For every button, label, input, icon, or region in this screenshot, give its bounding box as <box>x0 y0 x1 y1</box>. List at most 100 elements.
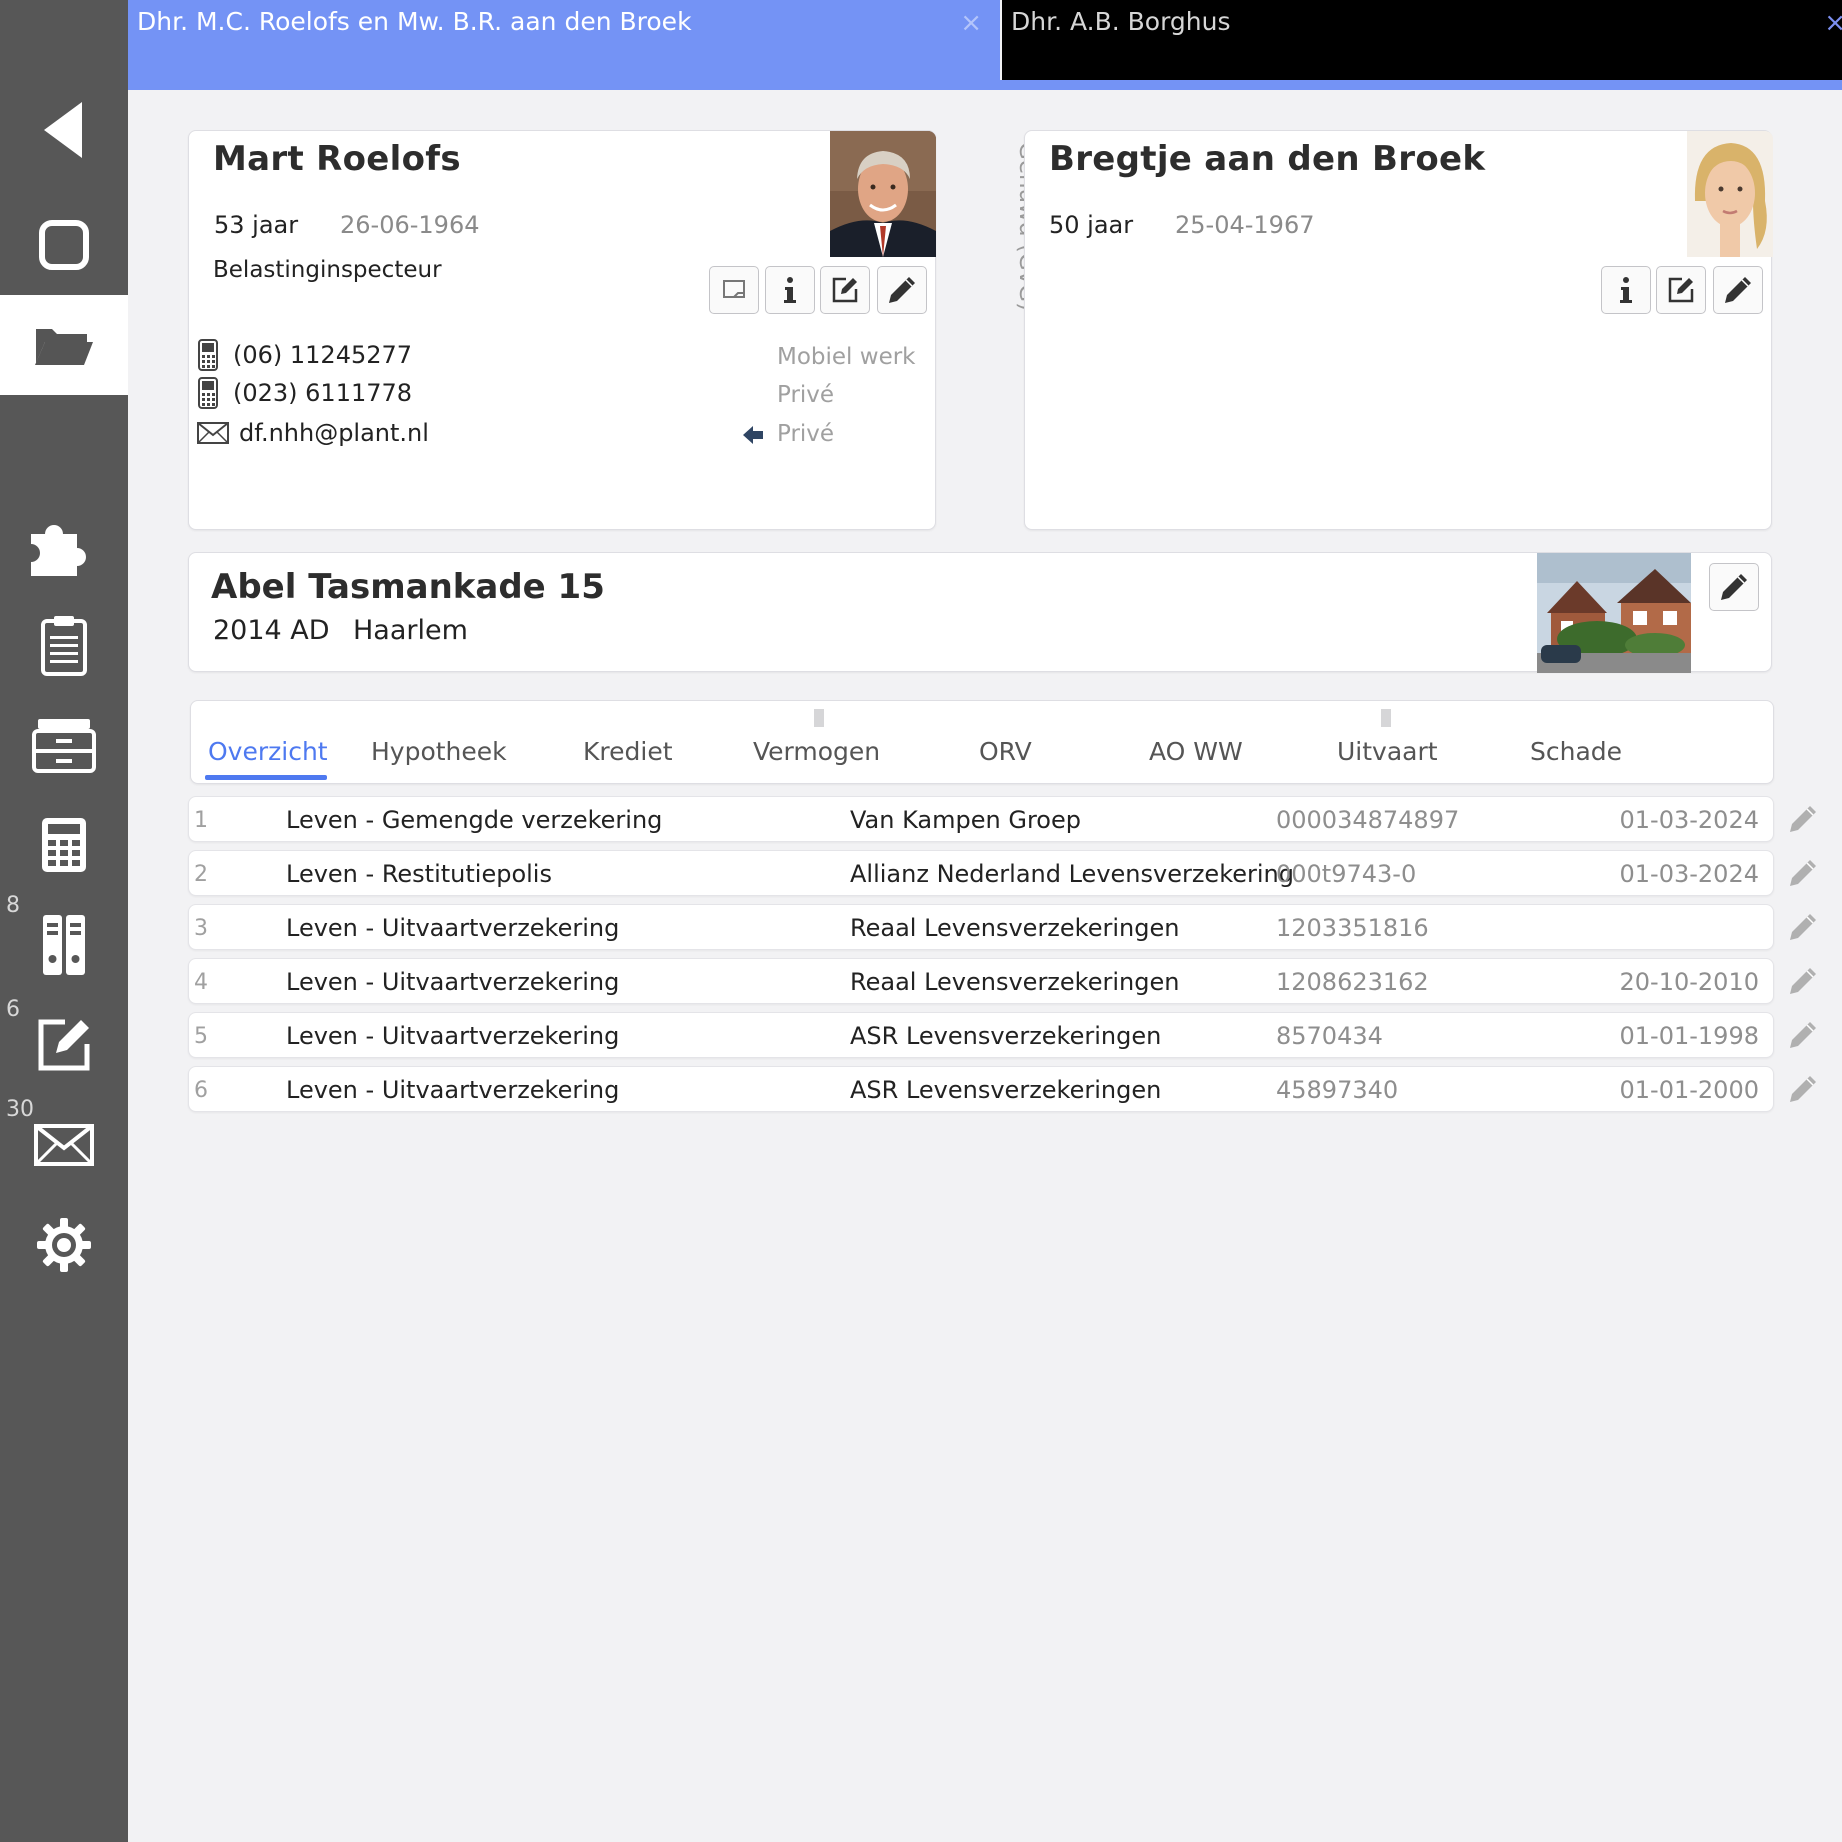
edit-person-button[interactable] <box>877 266 927 314</box>
person-job: Belastinginspecteur <box>213 257 442 283</box>
active-tab-indicator <box>205 775 327 780</box>
binders-icon <box>43 915 85 975</box>
policy-type: Leven - Uitvaartverzekering <box>286 1076 620 1104</box>
tab-vermogen[interactable]: Vermogen <box>753 737 880 766</box>
pencil-icon <box>1790 968 1816 994</box>
binders-button[interactable]: 8 <box>0 893 128 985</box>
contact-label: Privé <box>777 382 835 408</box>
contact-label: Mobiel werk <box>777 344 916 370</box>
back-triangle-icon <box>44 102 82 158</box>
tab-schade[interactable]: Schade <box>1530 737 1622 766</box>
mail-button[interactable]: 30 <box>0 1097 128 1185</box>
tab-client-2[interactable]: Dhr. A.B. Borghus × <box>1002 0 1842 80</box>
edit-note-button[interactable] <box>1656 266 1706 314</box>
tab-krediet[interactable]: Krediet <box>583 737 673 766</box>
edit-policy-button[interactable] <box>1788 966 1818 996</box>
archive-button[interactable] <box>0 705 128 785</box>
pencil-icon <box>1721 574 1747 600</box>
notes-button[interactable]: 6 <box>0 997 128 1085</box>
tab-hypotheek[interactable]: Hypotheek <box>371 737 507 766</box>
edit-icon <box>38 1019 90 1071</box>
pencil-icon <box>1790 1076 1816 1102</box>
tab-bar: Dhr. M.C. Roelofs en Mw. B.R. aan den Br… <box>128 0 1842 90</box>
tasks-button[interactable] <box>0 605 128 685</box>
policy-row[interactable]: 4 Leven - Uitvaartverzekering Reaal Levens… <box>188 958 1774 1004</box>
policy-row[interactable]: 3 Leven - Uitvaartverzekering Reaal Levens… <box>188 904 1774 950</box>
policy-row[interactable]: 2 Leven - Restitutiepolis Allianz Nederlan… <box>188 850 1774 896</box>
tab-uitvaart[interactable]: Uitvaart <box>1337 737 1438 766</box>
tab-close-icon[interactable]: × <box>960 8 982 38</box>
pencil-icon <box>1790 860 1816 886</box>
policy-type: Leven - Uitvaartverzekering <box>286 968 620 996</box>
tab-close-icon[interactable]: × <box>1824 8 1842 38</box>
pencil-icon <box>1790 1022 1816 1048</box>
phone-icon <box>198 339 218 371</box>
tab-label: Dhr. A.B. Borghus <box>1011 7 1231 36</box>
edit-address-button[interactable] <box>1709 563 1759 611</box>
policy-row[interactable]: 1 Leven - Gemengde verzekering Van Kampen … <box>188 796 1774 842</box>
person-age: 53 jaar <box>214 211 299 239</box>
policy-row[interactable]: 5 Leven - Uitvaartverzekering ASR Levensve… <box>188 1012 1774 1058</box>
policy-number-index: 1 <box>194 808 208 833</box>
policy-number: 000t9743-0 <box>1276 860 1417 888</box>
pencil-icon <box>1790 914 1816 940</box>
dossier-button[interactable] <box>0 295 128 395</box>
info-button[interactable] <box>765 266 815 314</box>
square-icon <box>39 220 89 270</box>
policy-row[interactable]: 6 Leven - Uitvaartverzekering ASR Levensve… <box>188 1066 1774 1112</box>
back-button[interactable] <box>0 90 128 170</box>
calculator-button[interactable] <box>0 805 128 885</box>
policy-company: Allianz Nederland Levensverzekering <box>850 860 1294 888</box>
settings-button[interactable] <box>0 1205 128 1285</box>
policy-type: Leven - Gemengde verzekering <box>286 806 663 834</box>
binders-badge: 8 <box>6 893 20 918</box>
policy-company: ASR Levensverzekeringen <box>850 1022 1162 1050</box>
info-button[interactable] <box>1601 266 1651 314</box>
address-card: Abel Tasmankade 15 2014 AD Haarlem <box>188 552 1772 673</box>
product-tabs: Overzicht Hypotheek Krediet Vermogen ORV… <box>190 700 1774 784</box>
note-button[interactable] <box>709 266 759 314</box>
person-photo <box>830 131 936 257</box>
policy-number-index: 6 <box>194 1078 208 1103</box>
tab-strip <box>128 80 1842 90</box>
edit-policy-button[interactable] <box>1788 804 1818 834</box>
person-card-1: Mart Roelofs 53 jaar 26-06-1964 Belastin… <box>188 130 936 530</box>
policy-company: Reaal Levensverzekeringen <box>850 968 1180 996</box>
modules-button[interactable] <box>0 505 128 585</box>
tab-marker <box>814 709 824 727</box>
policy-number-index: 2 <box>194 862 208 887</box>
edit-policy-button[interactable] <box>1788 912 1818 942</box>
contact-value[interactable]: (023) 6111778 <box>233 379 412 407</box>
contact-row: (023) 6111778 <box>197 377 412 409</box>
policy-type: Leven - Restitutiepolis <box>286 860 552 888</box>
contact-value[interactable]: (06) 11245277 <box>233 341 412 369</box>
tab-ao-ww[interactable]: AO WW <box>1149 737 1243 766</box>
notes-badge: 6 <box>6 997 20 1022</box>
policy-number: 1208623162 <box>1276 968 1429 996</box>
info-icon <box>784 277 796 303</box>
policy-company: Van Kampen Groep <box>850 806 1081 834</box>
tab-client-1[interactable]: Dhr. M.C. Roelofs en Mw. B.R. aan den Br… <box>128 0 1000 80</box>
edit-note-button[interactable] <box>820 266 870 314</box>
tab-overzicht[interactable]: Overzicht <box>208 737 328 766</box>
house-photo[interactable] <box>1537 553 1691 673</box>
person-name: Mart Roelofs <box>213 139 461 179</box>
edit-policy-button[interactable] <box>1788 1020 1818 1050</box>
edit-policy-button[interactable] <box>1788 858 1818 888</box>
edit-policy-button[interactable] <box>1788 1074 1818 1104</box>
policy-date: 01-03-2024 <box>1619 806 1759 834</box>
note-icon <box>723 280 745 298</box>
address-street: Abel Tasmankade 15 <box>211 567 605 607</box>
tab-orv[interactable]: ORV <box>979 737 1032 766</box>
policy-number-index: 3 <box>194 916 208 941</box>
edit-icon <box>832 277 858 303</box>
edit-person-button[interactable] <box>1713 266 1763 314</box>
mail-icon <box>34 1124 94 1166</box>
home-button[interactable] <box>0 205 128 285</box>
policy-number: 45897340 <box>1276 1076 1399 1104</box>
policy-type: Leven - Uitvaartverzekering <box>286 1022 620 1050</box>
phone-icon <box>198 377 218 409</box>
gear-icon <box>37 1218 91 1272</box>
contact-value[interactable]: df.nhh@plant.nl <box>239 419 429 447</box>
pencil-icon <box>1790 806 1816 832</box>
